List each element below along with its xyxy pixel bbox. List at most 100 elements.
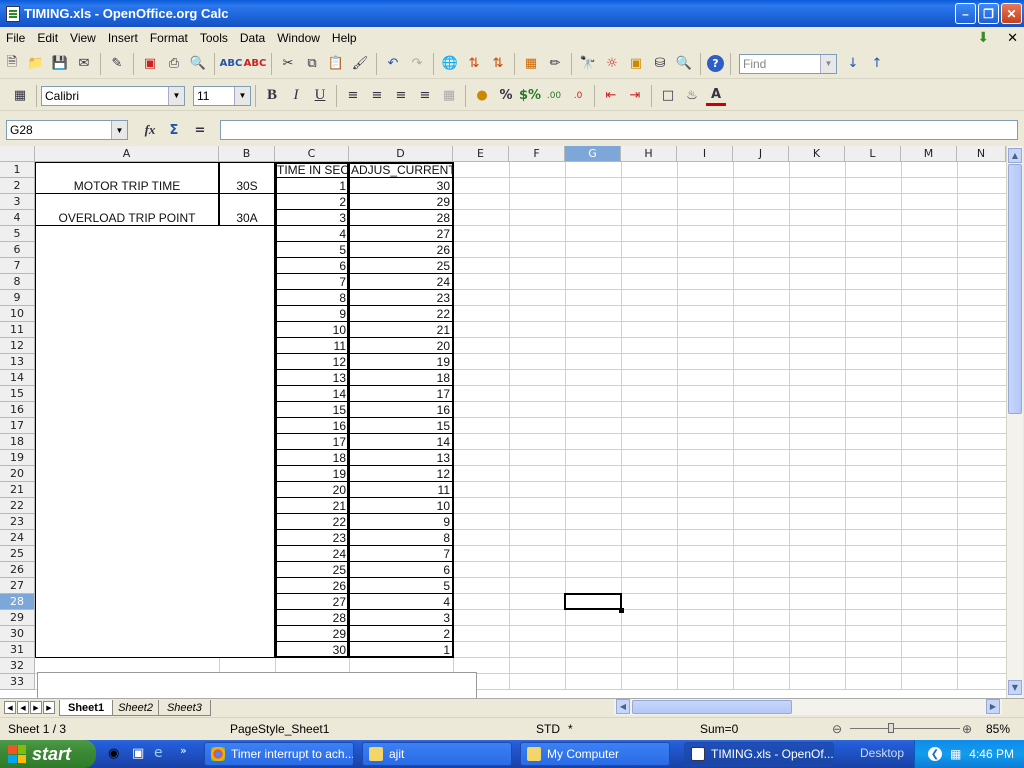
time-cell[interactable]: 25: [275, 562, 349, 578]
row-header[interactable]: 6: [0, 242, 35, 258]
column-header[interactable]: K: [789, 146, 845, 162]
current-cell[interactable]: 7: [349, 546, 453, 562]
current-cell[interactable]: 29: [349, 194, 453, 210]
name-box[interactable]: G28 ▼: [6, 120, 128, 140]
current-cell[interactable]: 23: [349, 290, 453, 306]
sort-descending-icon[interactable]: ⇅: [488, 54, 508, 74]
scroll-left-icon[interactable]: ◀: [616, 699, 630, 714]
time-cell[interactable]: 6: [275, 258, 349, 274]
time-cell[interactable]: 29: [275, 626, 349, 642]
quicklaunch-more-icon[interactable]: »: [180, 744, 187, 757]
sheet-tab[interactable]: Sheet3: [157, 699, 211, 716]
clock[interactable]: 4:46 PM: [969, 747, 1014, 761]
column-header[interactable]: B: [219, 146, 275, 162]
time-cell[interactable]: 26: [275, 578, 349, 594]
row-header[interactable]: 23: [0, 514, 35, 530]
row-header[interactable]: 12: [0, 338, 35, 354]
percent-format-icon[interactable]: %: [496, 86, 516, 106]
menu-data[interactable]: Data: [234, 31, 271, 45]
current-cell[interactable]: 1: [349, 642, 453, 658]
column-header[interactable]: F: [509, 146, 565, 162]
chevron-down-icon[interactable]: ▼: [111, 121, 127, 139]
menu-format[interactable]: Format: [144, 31, 194, 45]
task-calc[interactable]: TIMING.xls - OpenOf...: [684, 742, 834, 766]
styles-icon[interactable]: ▦: [10, 86, 30, 106]
row-header[interactable]: 21: [0, 482, 35, 498]
time-cell[interactable]: 21: [275, 498, 349, 514]
time-cell[interactable]: 2: [275, 194, 349, 210]
column-header[interactable]: N: [957, 146, 1006, 162]
motor-trip-label[interactable]: MOTOR TRIP TIME: [35, 178, 219, 194]
row-header[interactable]: 29: [0, 610, 35, 626]
menu-file[interactable]: File: [0, 31, 31, 45]
current-cell[interactable]: 5: [349, 578, 453, 594]
current-cell[interactable]: 28: [349, 210, 453, 226]
row-header[interactable]: 33: [0, 674, 35, 690]
format-paintbrush-icon[interactable]: 🖌: [350, 54, 370, 74]
edit-file-icon[interactable]: ✎: [107, 54, 127, 74]
ie-quicklaunch-icon[interactable]: e: [154, 745, 163, 761]
current-cell[interactable]: 20: [349, 338, 453, 354]
current-cell[interactable]: 2: [349, 626, 453, 642]
find-input[interactable]: Find ▼: [739, 53, 837, 74]
row-header[interactable]: 17: [0, 418, 35, 434]
task-chrome[interactable]: Timer interrupt to ach...: [204, 742, 354, 766]
time-cell[interactable]: 9: [275, 306, 349, 322]
time-cell[interactable]: 1: [275, 178, 349, 194]
cut-icon[interactable]: ✂: [278, 54, 298, 74]
row-header[interactable]: 4: [0, 210, 35, 226]
restore-button[interactable]: ❐: [978, 3, 999, 24]
sum-icon[interactable]: Σ: [164, 120, 184, 140]
row-header[interactable]: 24: [0, 530, 35, 546]
current-cell[interactable]: 8: [349, 530, 453, 546]
current-cell[interactable]: 21: [349, 322, 453, 338]
row-header[interactable]: 11: [0, 322, 35, 338]
open-folder-icon[interactable]: 📁: [26, 54, 46, 74]
redo-icon[interactable]: ↷: [407, 54, 427, 74]
currency-format-icon[interactable]: ●: [472, 86, 492, 106]
zoom-in-icon[interactable]: ⊕: [962, 722, 972, 736]
task-folder-ajit[interactable]: ajit: [362, 742, 512, 766]
column-header[interactable]: J: [733, 146, 789, 162]
current-cell[interactable]: 15: [349, 418, 453, 434]
spellcheck-icon[interactable]: ABC: [220, 54, 243, 74]
current-cell[interactable]: 18: [349, 370, 453, 386]
column-header[interactable]: H: [621, 146, 677, 162]
row-header[interactable]: 1: [0, 162, 35, 178]
menu-window[interactable]: Window: [271, 31, 326, 45]
background-color-icon[interactable]: ♨: [682, 86, 702, 106]
time-cell[interactable]: 13: [275, 370, 349, 386]
current-cell[interactable]: 9: [349, 514, 453, 530]
overload-value[interactable]: 30A: [219, 210, 275, 226]
sheet-tab[interactable]: Sheet2: [109, 699, 162, 716]
scroll-up-icon[interactable]: ▲: [1008, 148, 1022, 163]
time-cell[interactable]: 19: [275, 466, 349, 482]
current-cell[interactable]: 16: [349, 402, 453, 418]
font-name-select[interactable]: Calibri ▼: [41, 85, 185, 106]
time-cell[interactable]: 10: [275, 322, 349, 338]
column-header[interactable]: E: [453, 146, 509, 162]
align-center-icon[interactable]: ≡: [367, 86, 387, 106]
current-cell[interactable]: 26: [349, 242, 453, 258]
row-header[interactable]: 32: [0, 658, 35, 674]
time-cell[interactable]: 15: [275, 402, 349, 418]
time-cell[interactable]: 22: [275, 514, 349, 530]
justify-icon[interactable]: ≡: [415, 86, 435, 106]
time-cell[interactable]: 20: [275, 482, 349, 498]
close-document-icon[interactable]: ✕: [1007, 30, 1018, 46]
next-sheet-icon[interactable]: ▶: [30, 701, 42, 714]
time-cell[interactable]: 23: [275, 530, 349, 546]
hyperlink-icon[interactable]: 🌐: [440, 54, 460, 74]
previous-sheet-icon[interactable]: ◀: [17, 701, 29, 714]
sort-ascending-icon[interactable]: ⇅: [464, 54, 484, 74]
time-cell[interactable]: 4: [275, 226, 349, 242]
network-icon[interactable]: ▦: [950, 747, 961, 761]
font-size-select[interactable]: 11 ▼: [193, 85, 251, 106]
spreadsheet-grid[interactable]: A B C D E F G H I J K L M N 1 2 3 4 5 6 7 8 9 10 11 12 13 14 15 16 17 1…: [0, 146, 1006, 698]
current-cell[interactable]: 30: [349, 178, 453, 194]
menu-edit[interactable]: Edit: [31, 31, 64, 45]
current-cell[interactable]: 19: [349, 354, 453, 370]
minimize-button[interactable]: –: [955, 3, 976, 24]
overload-label[interactable]: OVERLOAD TRIP POINT: [35, 210, 219, 226]
horizontal-scroll-thumb[interactable]: [632, 700, 792, 714]
